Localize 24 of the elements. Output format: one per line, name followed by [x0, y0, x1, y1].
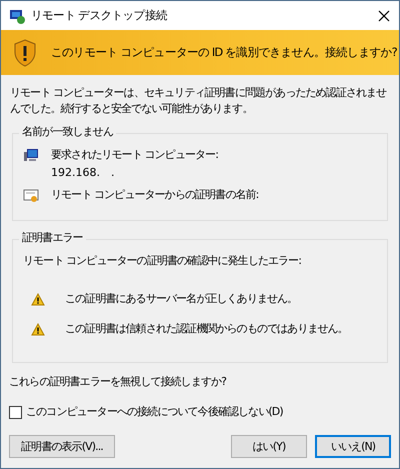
close-icon: [377, 8, 391, 22]
button[interactable]: いいえ(N): [315, 435, 391, 458]
window-title: リモート デスクトップ接続: [31, 8, 168, 23]
group-title: 証明書エラー: [19, 230, 86, 246]
description-text: リモート コンピューターは、セキュリティ証明書に問題があったため認証されませんでした。続行すると安全でない可能性があります。: [9, 85, 388, 117]
certificate-icon: [23, 188, 39, 204]
question-text: これらの証明書エラーを無視して接続しますか?: [8, 374, 228, 390]
checkbox-label: このコンピューターへの接続について今後確認しない(D): [26, 405, 283, 420]
error-text: この証明書は信頼された認証機関からのものではありません。: [65, 322, 348, 337]
monitor-icon: [23, 148, 39, 162]
shield-warning-icon: [13, 38, 37, 66]
item-label: 要求されたリモート コンピューター:: [51, 148, 218, 162]
banner-text: このリモート コンピューターの ID を識別できません。接続しますか?: [51, 45, 397, 60]
button[interactable]: 証明書の表示(V)...: [9, 435, 115, 458]
warning-icon: [31, 323, 45, 336]
warning-icon: [31, 292, 45, 306]
intro-text: リモート コンピューターの証明書の確認中に発生したエラー:: [23, 254, 302, 268]
error-text: この証明書にあるサーバー名が正しくありません。: [65, 292, 298, 306]
button[interactable]: はい(Y): [231, 435, 307, 458]
item-label: リモート コンピューターからの証明書の名前:: [51, 188, 258, 203]
address-text: 192.168. .: [51, 166, 116, 180]
checkbox[interactable]: このコンピューターへの接続について今後確認しない(D): [1, 405, 399, 420]
group-title: 名前が一致しません: [19, 124, 116, 140]
app-icon: [9, 8, 25, 24]
